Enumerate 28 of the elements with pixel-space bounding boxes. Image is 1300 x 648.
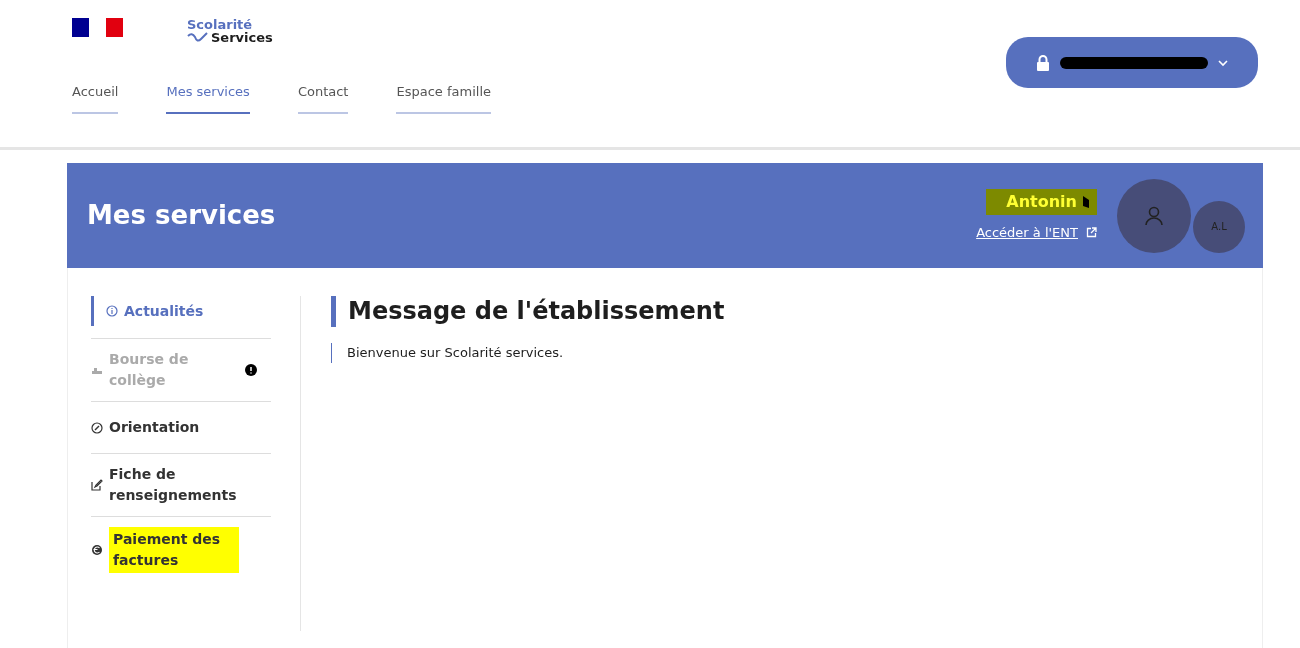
nav-tab[interactable]: Contact	[297, 82, 349, 114]
flag-icon	[72, 18, 123, 37]
sidebar-item[interactable]: Orientation	[91, 402, 271, 454]
sidebar-item[interactable]: Actualités	[91, 296, 271, 326]
euro-icon	[91, 544, 103, 556]
caret-icon	[1218, 58, 1228, 67]
account-button[interactable]	[1006, 37, 1258, 88]
initials-avatar: A.L	[1193, 200, 1245, 253]
sidebar-item[interactable]: Paiement des factures	[91, 517, 271, 583]
nav-tab[interactable]: Mes services	[166, 82, 250, 114]
sidebar-item[interactable]: Fiche de renseignements	[91, 454, 271, 517]
logo-text: Services	[211, 31, 273, 44]
logo-text: Scolarité	[187, 18, 254, 31]
nav-tab[interactable]: Accueil	[72, 82, 119, 114]
wave-icon	[187, 31, 209, 44]
info-icon	[106, 305, 118, 317]
section-heading: Message de l'établissement	[331, 296, 725, 328]
user-name: Antonin	[986, 188, 1097, 215]
edit-icon	[91, 479, 103, 491]
nav-tab[interactable]: Espace famille	[396, 82, 491, 114]
page-title: Mes services	[87, 199, 277, 232]
ent-link[interactable]: Accéder à l'ENT	[976, 222, 1097, 243]
lock-icon	[1036, 54, 1050, 71]
user-icon	[1145, 205, 1163, 226]
external-link-icon	[1086, 227, 1097, 238]
highlight: Paiement des factures	[109, 527, 239, 573]
compass-icon	[91, 421, 103, 434]
welcome-message: Bienvenue sur Scolarité services.	[331, 343, 725, 363]
